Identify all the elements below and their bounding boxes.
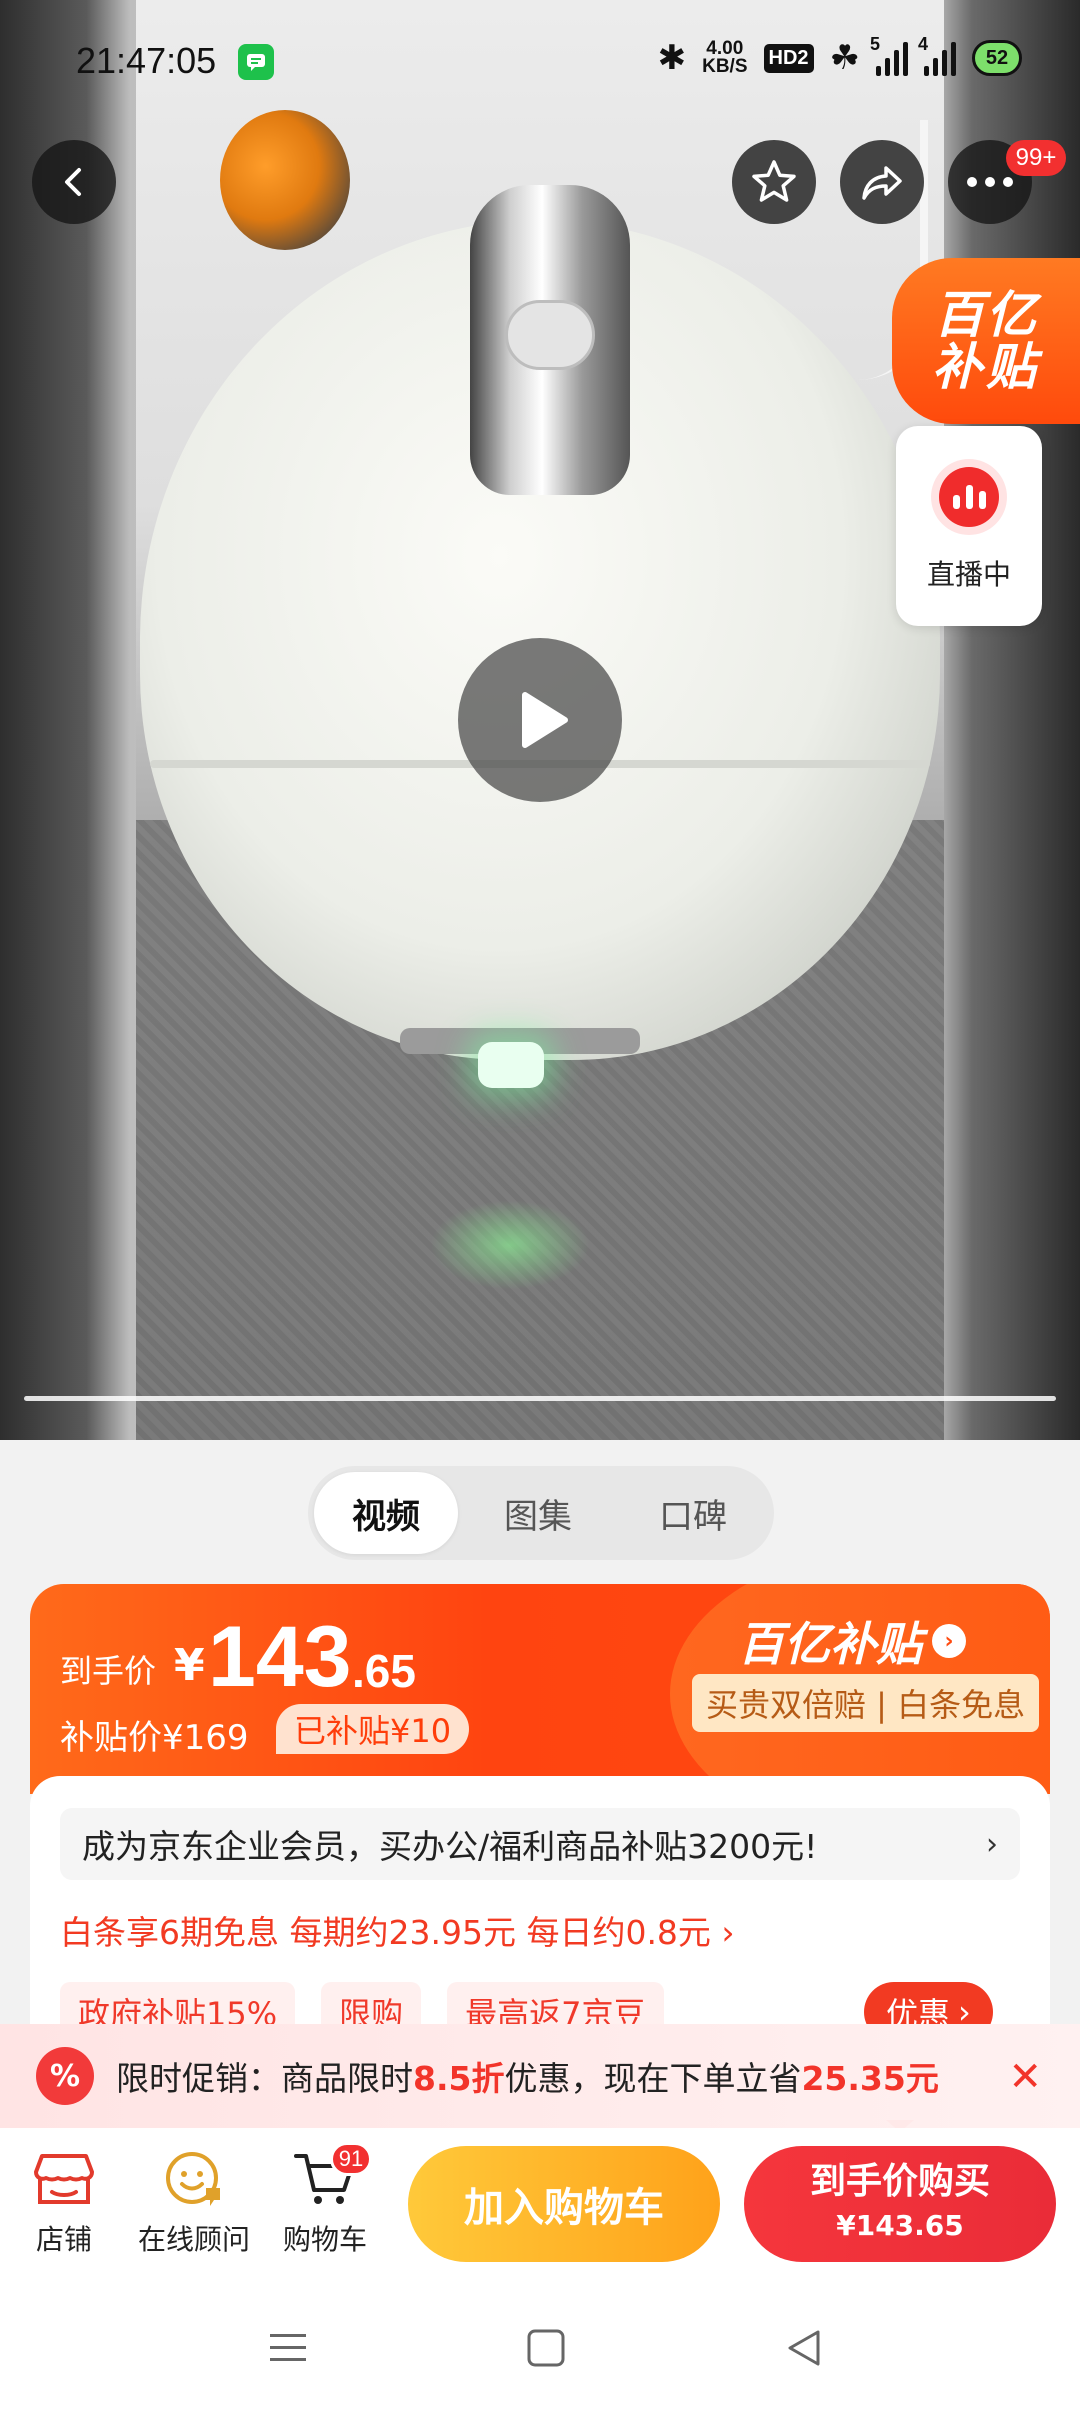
buy-now-button[interactable]: 到手价购买 ¥143.65 <box>744 2146 1056 2262</box>
buy-now-label: 到手价购买 <box>809 2161 990 2202</box>
yi-subsidy-line1: 百亿 <box>934 286 1038 344</box>
media-tabs: 视频 图集 口碑 <box>308 1466 774 1560</box>
cooker-led <box>478 1042 544 1088</box>
info-card: 成为京东企业会员，买办公/福利商品补贴3200元! › 白条享6期免息 每期约2… <box>30 1776 1050 2042</box>
advisor-label: 在线顾问 <box>137 2223 250 2256</box>
back-triangle-icon <box>788 2330 820 2366</box>
tab-gallery[interactable]: 图集 <box>458 1472 618 1554</box>
price-currency: ¥ <box>174 1640 205 1691</box>
cart-count-badge: 91 <box>330 2142 372 2176</box>
tab-video[interactable]: 视频 <box>314 1472 458 1554</box>
status-time: 21:47:05 <box>76 40 217 81</box>
subsidy-amount-pill: 已补贴¥10 <box>276 1704 470 1754</box>
video-progress-bar[interactable] <box>24 1396 1056 1401</box>
subsidy-price: 补贴价¥169 <box>60 1718 249 1758</box>
advisor-button[interactable]: 在线顾问 <box>132 2148 256 2258</box>
yi-subsidy-logo[interactable]: 百亿补贴 › <box>738 1608 966 1674</box>
home-square-icon <box>527 2329 565 2367</box>
video-background-object <box>220 110 350 250</box>
bluetooth-icon: ✱ <box>657 39 687 77</box>
signal-2-label: 4 <box>918 34 929 54</box>
live-label: 直播中 <box>926 558 1011 591</box>
signal-icon-2: 4 <box>918 34 956 76</box>
final-price-label: 到手价 <box>60 1652 157 1690</box>
network-speed: 4.00 KB/S <box>702 39 748 77</box>
tab-reviews[interactable]: 口碑 <box>618 1472 768 1554</box>
message-badge: 99+ <box>1006 140 1066 176</box>
add-to-cart-button[interactable]: 加入购物车 <box>408 2146 720 2262</box>
close-icon[interactable]: ✕ <box>1008 2054 1042 2100</box>
play-icon <box>522 692 568 748</box>
advisor-icon <box>166 2152 220 2206</box>
flash-sale-saving: 25.35元 <box>801 2059 939 2098</box>
bottom-action-bar: 店铺 在线顾问 购物车 91 加入购物车 到手价购买 ¥143.65 <box>0 2128 1080 2288</box>
live-icon <box>931 459 1007 535</box>
flash-sale-prefix: 限时促销：商品限时 <box>116 2059 413 2098</box>
signal-icon-1: 5 <box>870 34 908 76</box>
percent-icon: % <box>36 2047 94 2105</box>
menu-nav-button[interactable] <box>258 2318 318 2378</box>
back-arrow-icon <box>65 168 81 196</box>
enterprise-member-banner[interactable]: 成为京东企业会员，买办公/福利商品补贴3200元! › <box>60 1808 1020 1880</box>
price-card: 到手价 ¥ 143 .65 补贴价¥169 已补贴¥10 百亿补贴 › 买贵双倍… <box>30 1584 1050 1794</box>
shop-icon <box>34 2154 94 2204</box>
flash-sale-banner[interactable]: % 限时促销：商品限时8.5折优惠，现在下单立省25.35元 ✕ <box>0 2024 1080 2128</box>
final-price-integer: 143 <box>208 1609 352 1705</box>
battery-icon: 52 <box>972 40 1022 76</box>
favorite-button[interactable] <box>732 140 816 224</box>
member-banner-text: 成为京东企业会员，买办公/福利商品补贴3200元! <box>82 1827 818 1866</box>
yi-subsidy-line2: 补贴 <box>932 338 1040 396</box>
back-button[interactable] <box>32 140 116 224</box>
menu-icon <box>270 2334 306 2361</box>
play-button[interactable] <box>458 638 622 802</box>
installment-info[interactable]: 白条享6期免息 每期约23.95元 每日约0.8元 › <box>60 1906 735 1954</box>
home-nav-button[interactable] <box>516 2318 576 2378</box>
share-button[interactable] <box>840 140 924 224</box>
cooker-handle-button <box>505 300 595 370</box>
live-stream-button[interactable]: 直播中 <box>896 426 1042 626</box>
shop-button[interactable]: 店铺 <box>28 2148 100 2258</box>
yi-subsidy-logo-text: 百亿补贴 <box>738 1617 922 1671</box>
chevron-right-icon: › <box>932 1624 966 1658</box>
system-navigation-bar <box>0 2288 1080 2412</box>
share-icon <box>862 166 902 200</box>
shop-label: 店铺 <box>35 2223 92 2256</box>
final-price-decimal: .65 <box>352 1645 416 1697</box>
flash-sale-text: 限时促销：商品限时8.5折优惠，现在下单立省25.35元 <box>116 2052 939 2100</box>
flash-sale-discount: 8.5折 <box>413 2059 505 2098</box>
cart-label: 购物车 <box>282 2223 367 2256</box>
message-notification-icon <box>238 44 274 80</box>
yi-subsidy-badge[interactable]: 百亿 补贴 <box>892 258 1080 424</box>
net-speed-unit: KB/S <box>702 56 748 77</box>
hd-voice-icon: HD2 <box>763 43 814 73</box>
buy-now-price: ¥143.65 <box>836 2209 964 2242</box>
chevron-right-icon: › <box>986 1826 998 1862</box>
led-reflection <box>430 1200 590 1290</box>
clover-icon: ☘ <box>829 39 860 77</box>
status-bar: 21:47:05 ✱ 4.00 KB/S HD2 ☘ 5 4 52 <box>0 0 1080 124</box>
more-dots-icon <box>967 177 1013 187</box>
signal-1-label: 5 <box>870 34 881 54</box>
flash-sale-middle: 优惠，现在下单立省 <box>504 2059 802 2098</box>
star-icon <box>752 160 796 202</box>
back-nav-button[interactable] <box>774 2318 834 2378</box>
yi-subsidy-guarantee: 买贵双倍赔 | 白条免息 <box>692 1674 1040 1732</box>
status-icons: ✱ 4.00 KB/S HD2 ☘ 5 4 52 <box>657 34 1022 78</box>
